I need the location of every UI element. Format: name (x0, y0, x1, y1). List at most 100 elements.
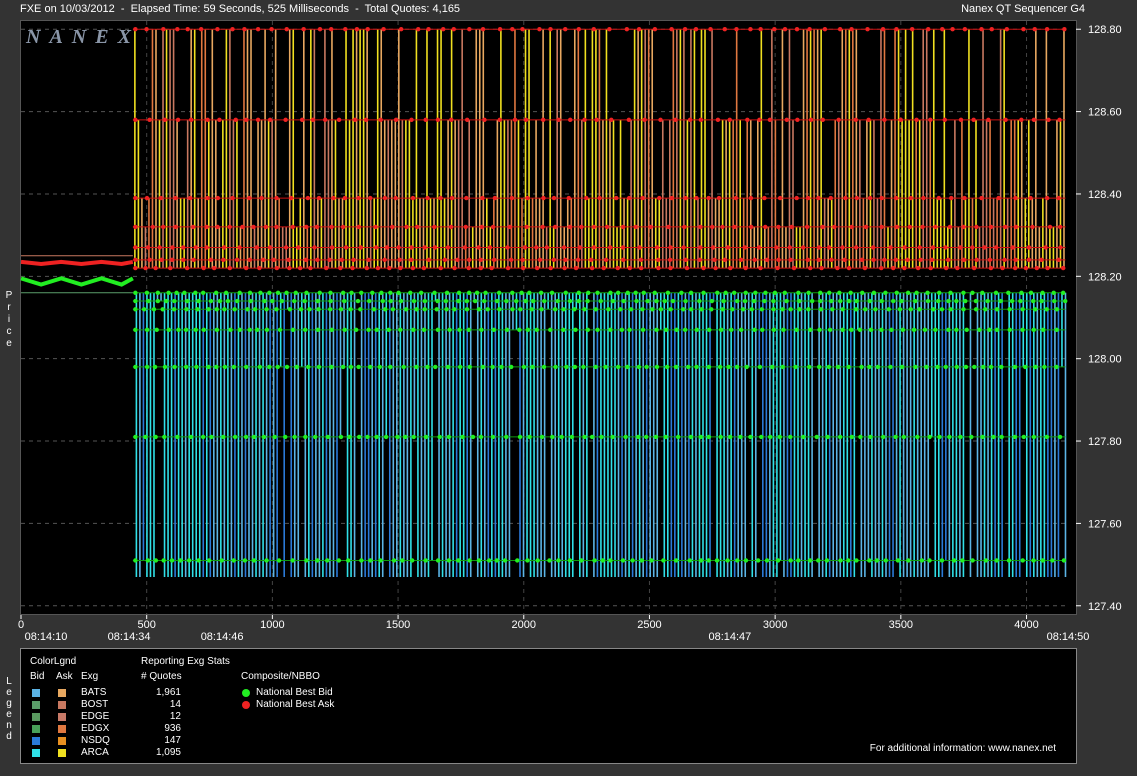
nbbo-ask-marker (994, 245, 999, 250)
nbbo-ask-marker (682, 27, 688, 32)
y-axis-label-letter: r (7, 302, 11, 313)
nbbo-ask-marker (373, 224, 378, 230)
nbbo-bid-marker (317, 290, 322, 295)
nbbo-bid-marker (1028, 290, 1034, 295)
nbbo-bid-marker (738, 434, 743, 440)
nbbo-ask-marker (971, 117, 976, 123)
nbbo-ask-marker (1021, 27, 1026, 32)
nbbo-ask-marker (303, 257, 309, 263)
nbbo-bid-marker (960, 558, 965, 563)
nbbo-ask-marker (928, 265, 933, 271)
nbbo-bid-marker (340, 364, 346, 370)
nbbo-bid-marker (867, 298, 872, 304)
nbbo-ask-marker (267, 117, 273, 123)
nbbo-ask-marker (879, 265, 884, 271)
nbbo-bid-marker (784, 298, 789, 304)
nbbo-ask-marker (188, 195, 193, 201)
nbbo-ask-marker (928, 117, 933, 123)
nbbo-bid-marker (437, 434, 442, 440)
nbbo-ask-marker (920, 224, 925, 230)
nbbo-bid-marker (875, 364, 881, 370)
nbbo-bid-marker (835, 364, 841, 370)
nbbo-bid-marker (402, 434, 408, 440)
nbbo-bid-marker (408, 290, 413, 295)
nbbo-bid-marker (719, 327, 724, 333)
nbbo-ask-marker (181, 245, 186, 250)
nbbo-ask-marker (709, 224, 715, 230)
nbbo-bid-marker (788, 434, 793, 440)
nbbo-bid-marker (1007, 307, 1012, 312)
nbbo-ask-marker (1000, 265, 1005, 271)
nbbo-ask-marker (637, 245, 642, 250)
nbbo-ask-marker (936, 195, 942, 201)
nbbo-bid-marker (954, 327, 959, 333)
nbbo-bid-marker (366, 298, 372, 304)
nbbo-ask-marker (384, 245, 390, 250)
nbbo-bid-marker (730, 307, 735, 312)
nbbo-ask-marker (669, 27, 674, 32)
nbbo-ask-marker (150, 224, 156, 230)
nbbo-bid-marker (824, 558, 830, 563)
nbbo-bid-marker (567, 558, 573, 563)
nbbo-bid-marker (1020, 307, 1025, 312)
nbbo-bid-marker (401, 364, 406, 370)
nbbo-ask-marker (409, 245, 414, 250)
nbbo-bid-marker (717, 364, 723, 370)
nbbo-ask-marker (286, 257, 291, 263)
nbbo-ask-marker (808, 265, 813, 271)
nbbo-bid-marker (788, 307, 793, 312)
time-label: 08:14:34 (108, 631, 151, 643)
nbbo-bid-marker (550, 434, 555, 440)
nbbo-bid-marker (840, 307, 845, 312)
nbbo-ask-marker (752, 257, 757, 263)
nbbo-ask-marker (482, 117, 487, 123)
nbbo-ask-marker (843, 195, 848, 201)
nbbo-bid-marker (991, 434, 996, 440)
nbbo-ask-marker (541, 195, 546, 201)
legend-colorlgnd-header: ColorLgnd (30, 656, 77, 667)
nbbo-bid-marker (275, 290, 281, 295)
nbbo-ask-marker (476, 245, 481, 250)
nbbo-ask-marker (1012, 265, 1018, 271)
nbbo-ask-marker (343, 245, 349, 250)
nbbo-ask-marker (509, 195, 515, 201)
ask-color-swatch (58, 737, 66, 745)
x-tick-label: 2500 (637, 619, 661, 631)
nbbo-bid-marker (388, 298, 393, 304)
nbbo-bid-marker (868, 327, 874, 333)
nbbo-bid-marker (757, 364, 763, 370)
nbbo-bid-marker (145, 558, 151, 563)
nbbo-bid-marker (467, 558, 472, 563)
nbbo-bid-marker (444, 307, 449, 312)
nbbo-ask-marker (354, 27, 360, 32)
nbbo-bid-marker (152, 364, 158, 370)
nbbo-ask-marker (505, 265, 511, 271)
nbbo-bid-marker (670, 298, 676, 304)
nbbo-bid-marker (701, 290, 706, 295)
nbbo-bid-marker (707, 327, 712, 333)
nbbo-bid-marker (999, 434, 1004, 440)
nbbo-bid-marker (1054, 307, 1060, 312)
nbbo-bid-marker (759, 434, 764, 440)
nbbo-ask-marker (363, 117, 369, 123)
nbbo-ask-marker (1026, 257, 1032, 263)
nbbo-bid-marker (517, 434, 523, 440)
nbbo-ask-marker (614, 195, 619, 201)
nbbo-bid-marker (610, 298, 616, 304)
nbbo-ask-marker (215, 224, 220, 230)
nbbo-bid-marker (371, 307, 377, 312)
nbbo-bid-marker (377, 364, 382, 370)
nbbo-bid-marker (1057, 434, 1063, 440)
nbbo-bid-marker (615, 364, 621, 370)
nbbo-bid-marker (649, 558, 654, 563)
nbbo-bid-marker (356, 364, 361, 370)
nbbo-bid-marker (694, 364, 699, 370)
nbbo-ask-marker (133, 195, 138, 201)
nbbo-bid-marker (939, 307, 945, 312)
nbbo-bid-marker (582, 434, 587, 440)
nbbo-ask-marker (338, 265, 343, 271)
nbbo-bid-marker (359, 558, 364, 563)
nbbo-ask-marker (263, 224, 269, 230)
nbbo-ask-marker (591, 245, 597, 250)
nbbo-bid-marker (961, 307, 966, 312)
